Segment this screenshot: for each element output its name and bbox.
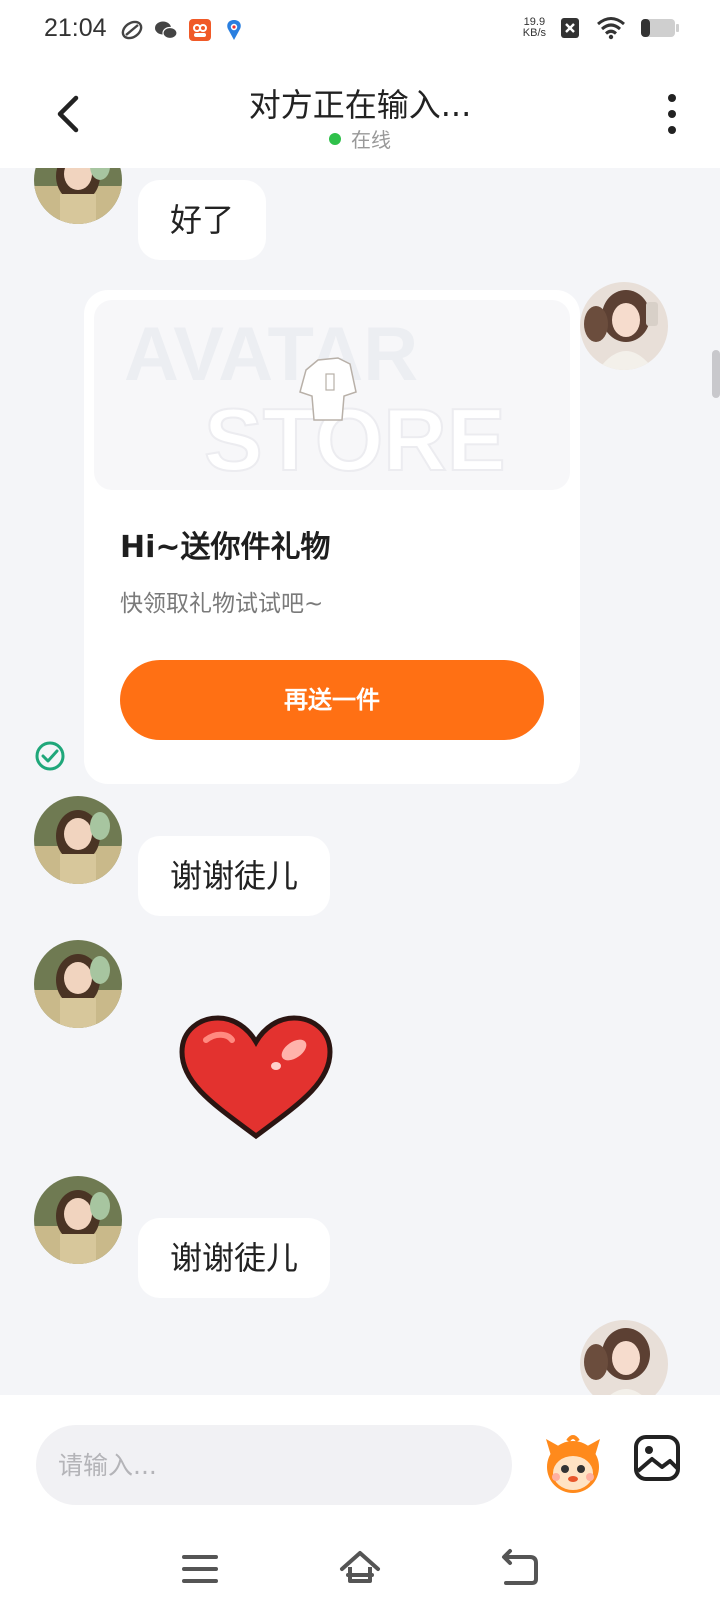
net-speed-unit: KB/s xyxy=(522,27,546,39)
mascot-sticker-icon[interactable] xyxy=(538,1429,608,1499)
message-bubble[interactable]: 谢谢徒儿 xyxy=(138,1218,331,1298)
message-bubble[interactable]: 好了 xyxy=(138,180,267,260)
wechat-icon xyxy=(155,21,178,40)
my-avatar-image xyxy=(580,1320,668,1395)
message-input[interactable] xyxy=(36,1425,512,1505)
online-status: 在线 xyxy=(0,124,720,153)
sent-check-icon xyxy=(35,741,65,771)
input-bar xyxy=(0,1395,720,1612)
avatar-store-logo: AVATAR STORE xyxy=(124,312,507,490)
image-icon[interactable] xyxy=(632,1433,682,1483)
battery-icon xyxy=(641,19,679,37)
status-bar: 21:04 19.9 KB/s xyxy=(0,0,720,62)
contact-avatar[interactable] xyxy=(34,940,122,1028)
back-nav-icon[interactable] xyxy=(496,1545,544,1593)
location-icon xyxy=(227,20,241,40)
banner-text-1: AVATAR xyxy=(124,312,418,397)
more-icon[interactable] xyxy=(664,92,680,136)
contact-avatar-image xyxy=(34,796,122,884)
gift-card-subtitle: 快领取礼物试试吧~ xyxy=(120,591,324,617)
contact-avatar[interactable] xyxy=(34,168,122,224)
status-notification-icons xyxy=(120,18,246,42)
contact-avatar[interactable] xyxy=(34,796,122,884)
contact-avatar[interactable] xyxy=(34,1176,122,1264)
message-text: 谢谢徒儿 xyxy=(170,1239,299,1277)
status-system-icons: 19.9 KB/s xyxy=(523,16,680,40)
my-avatar[interactable] xyxy=(580,1320,668,1395)
message-bubble[interactable]: 谢谢徒儿 xyxy=(138,836,331,916)
online-dot xyxy=(329,133,341,145)
send-another-gift-button[interactable]: 再送一件 xyxy=(120,660,544,740)
scrollbar[interactable] xyxy=(712,350,720,398)
banner-text-2: STORE xyxy=(204,390,506,489)
net-speed: 19.9 KB/s xyxy=(523,17,546,39)
my-avatar[interactable] xyxy=(580,282,668,370)
chat-header: 对方正在输入... 在线 xyxy=(0,62,720,168)
home-icon[interactable] xyxy=(336,1545,384,1593)
sim-off-icon xyxy=(561,18,579,38)
app-icon xyxy=(189,19,211,41)
wifi-icon xyxy=(597,17,625,40)
message-list[interactable]: 好了 AVATAR STORE Hi~送你件礼物 快领取礼物试试吧~ 再送一件 … xyxy=(0,168,720,1395)
gift-card-title: Hi~送你件礼物 xyxy=(120,530,331,565)
status-time: 21:04 xyxy=(44,14,107,42)
message-text: 好了 xyxy=(170,201,235,239)
gift-card-banner: AVATAR STORE xyxy=(94,300,570,490)
chat-title: 对方正在输入... xyxy=(248,86,472,124)
online-status-label: 在线 xyxy=(351,128,391,152)
message-text: 谢谢徒儿 xyxy=(170,857,299,895)
system-nav-bar xyxy=(0,1545,720,1595)
gift-card[interactable]: AVATAR STORE Hi~送你件礼物 快领取礼物试试吧~ 再送一件 xyxy=(84,290,580,784)
contact-avatar-image xyxy=(34,940,122,1028)
contact-avatar-image xyxy=(34,1176,122,1264)
link-icon xyxy=(121,20,143,40)
heart-sticker[interactable] xyxy=(176,1014,336,1144)
contact-avatar-image xyxy=(34,168,122,224)
my-avatar-image xyxy=(580,282,668,370)
menu-icon[interactable] xyxy=(176,1545,224,1593)
